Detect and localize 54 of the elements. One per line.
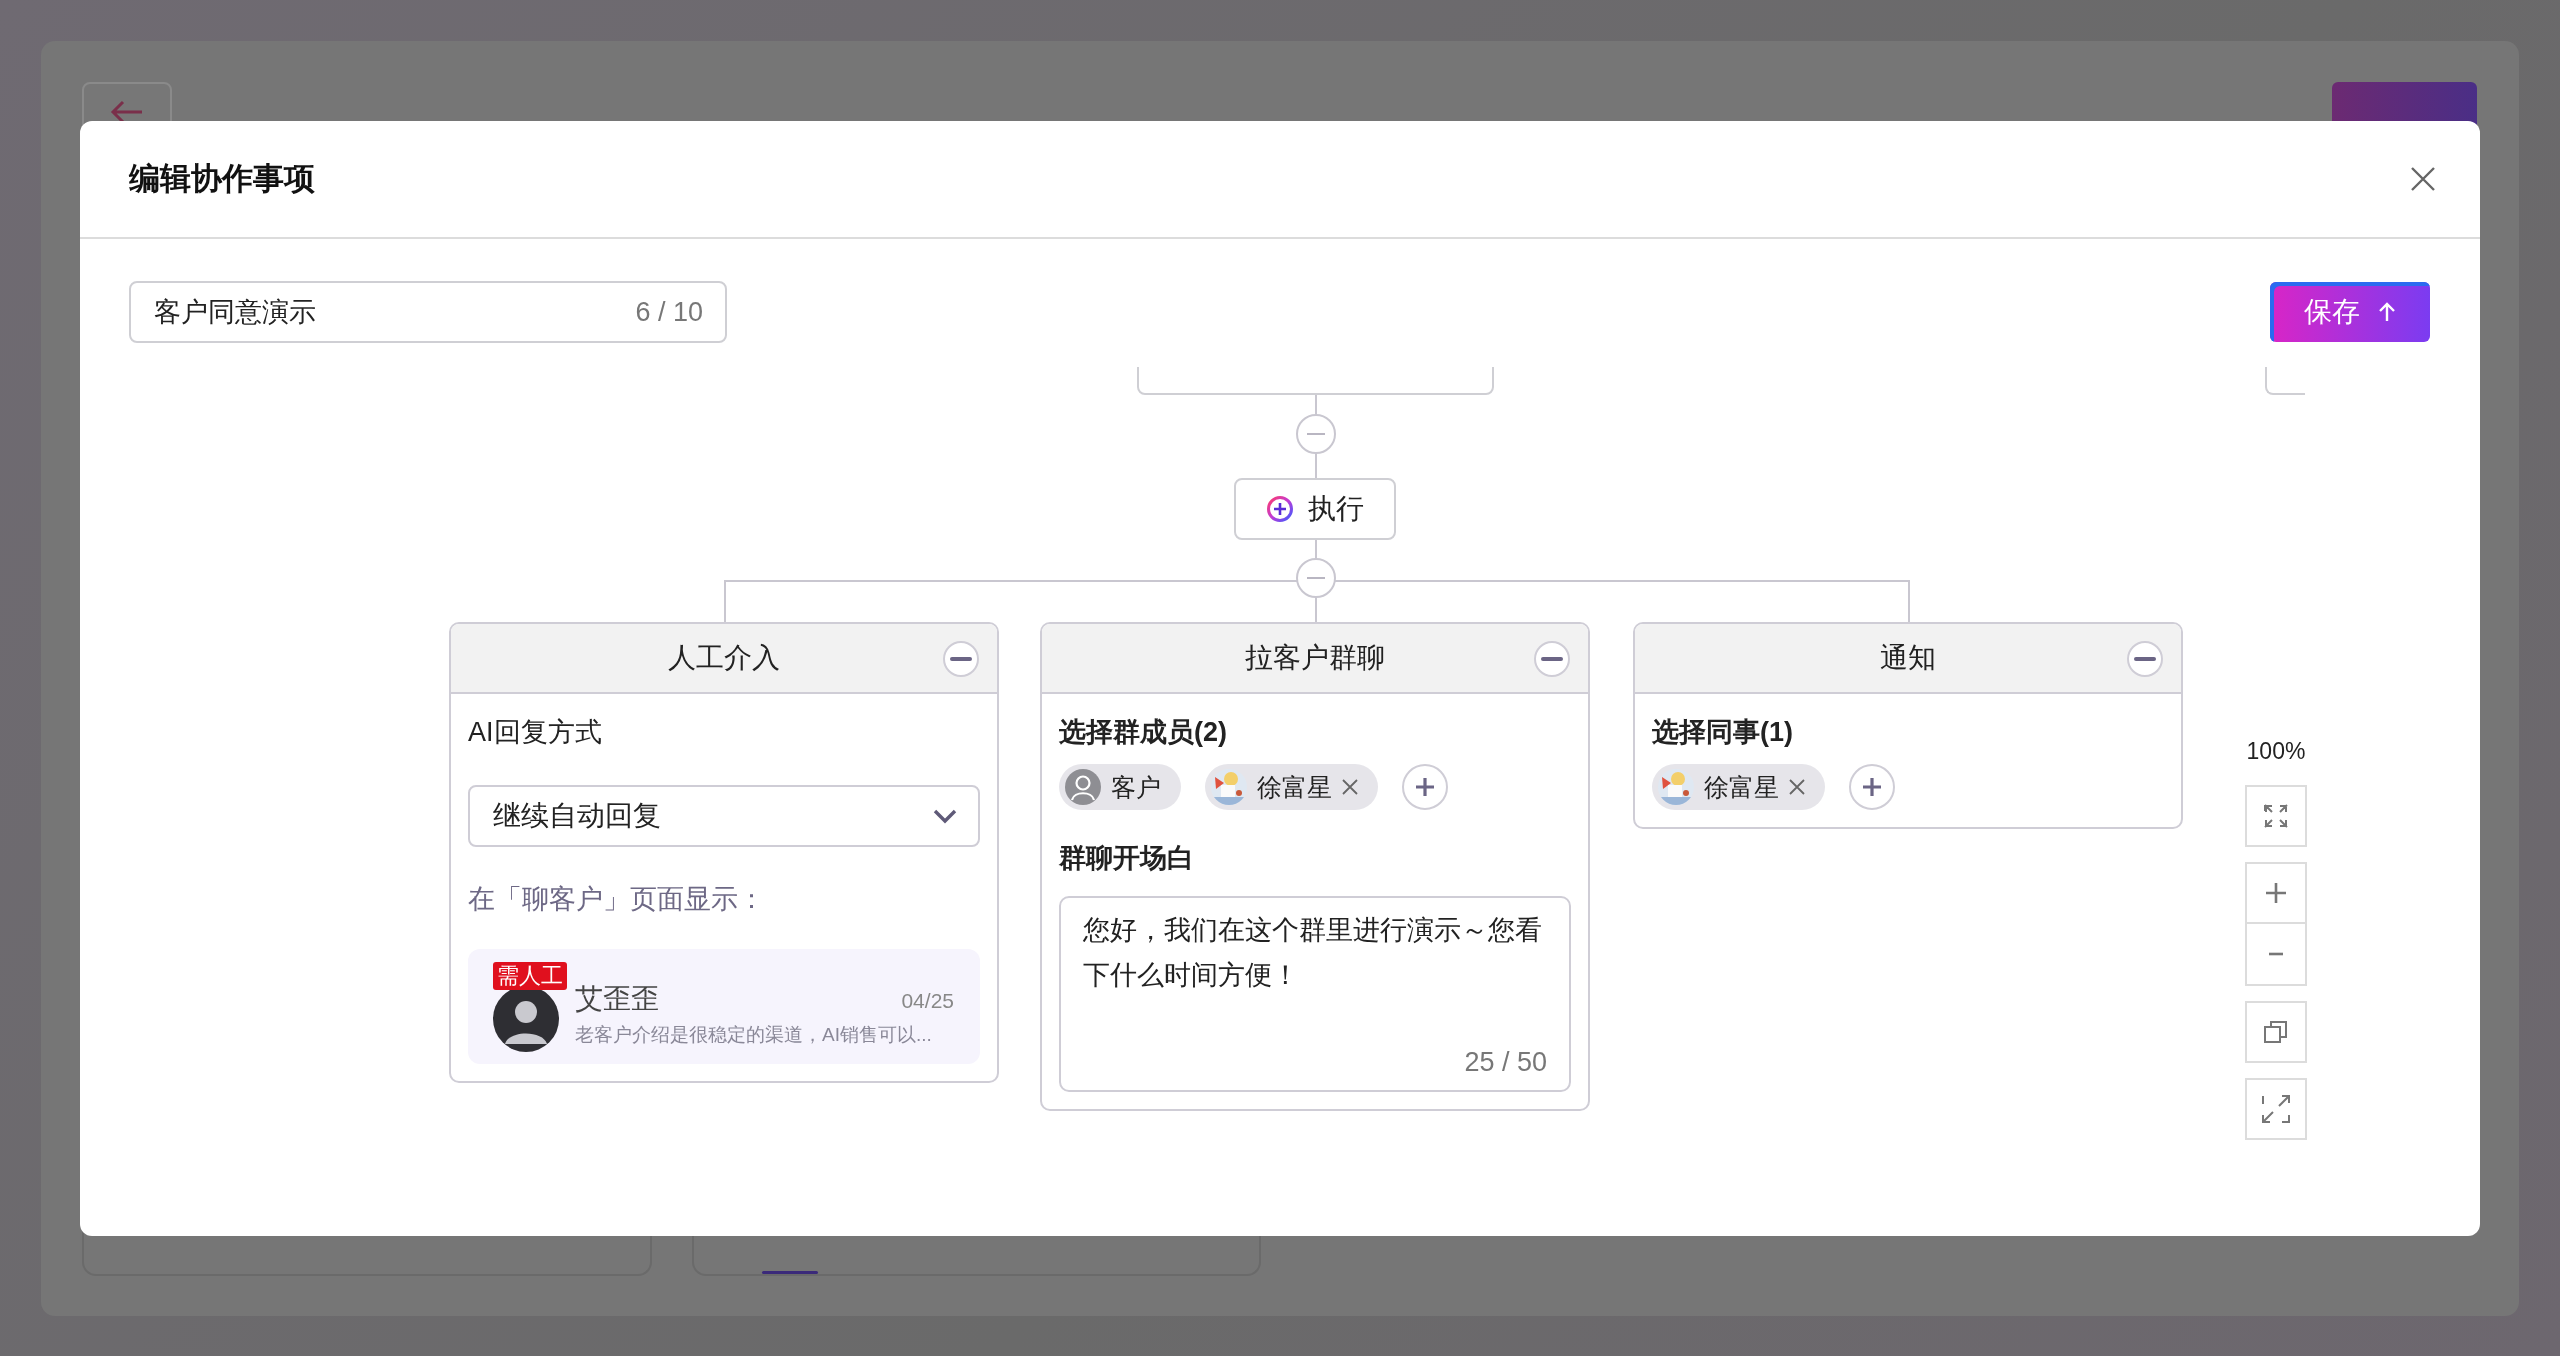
member-chip[interactable]: 徐富星 [1205,764,1378,810]
preview-label: 在「聊客户」页面显示： [468,883,765,916]
minus-icon [2268,952,2284,956]
minus-icon [1307,432,1325,436]
name-field[interactable]: 客户同意演示 6 / 10 [129,281,727,343]
connector-line [1315,453,1317,479]
plus-circle-icon [1266,495,1294,523]
message-date: 04/25 [901,988,954,1013]
remove-button[interactable] [943,641,979,677]
close-icon [2410,166,2436,192]
minus-icon [950,656,972,662]
dialog-title: 编辑协作事项 [129,160,315,198]
minus-icon [1541,656,1563,662]
field-label: AI回复方式 [468,716,602,749]
add-button[interactable] [1849,764,1895,810]
remove-button[interactable] [2127,641,2163,677]
minus-icon [1307,576,1325,580]
close-icon[interactable] [1789,779,1805,795]
add-button[interactable] [1402,764,1448,810]
zoom-level: 100% [2246,737,2306,766]
section-label: 选择同事(1) [1652,716,1793,749]
fit-view-button[interactable] [2245,785,2307,847]
section-label: 选择群成员(2) [1059,716,1227,749]
card-title: 通知 [1880,641,1936,675]
back-arrow-icon [110,100,144,124]
remove-button[interactable] [1534,641,1570,677]
plus-icon [1861,776,1883,798]
plus-icon [2264,881,2288,905]
section-label: 群聊开场白 [1059,842,1194,875]
arrow-up-icon [2378,302,2396,322]
badge: 需人工 [493,961,567,990]
copy-icon [2263,1019,2289,1045]
collapse-arrows-icon [2262,802,2290,830]
card-title: 人工介入 [668,641,780,675]
member-chip[interactable]: 客户 [1059,764,1181,810]
connector-line [1315,394,1317,415]
message-preview: 老客户介绍是很稳定的渠道，AI销售可以... [575,1022,933,1047]
connector-line [1315,539,1317,559]
save-button[interactable]: 保存 [2270,282,2430,342]
character-counter: 25 / 50 [1464,1047,1547,1078]
minus-icon [2134,656,2156,662]
fullscreen-button[interactable] [2245,1078,2307,1140]
chevron-down-icon [932,808,958,824]
contact-name: 艾歪歪 [575,981,659,1016]
close-icon[interactable] [1342,779,1358,795]
copy-button[interactable] [2245,1001,2307,1063]
reply-mode-dropdown[interactable]: 继续自动回复 [468,785,980,847]
expand-arrows-icon [2261,1094,2291,1124]
member-chip[interactable]: 徐富星 [1652,764,1825,810]
plus-icon [1414,776,1436,798]
character-counter: 6 / 10 [635,296,703,328]
card-title: 拉客户群聊 [1245,641,1385,675]
message-field[interactable]: 您好，我们在这个群里进行演示～您看下什么时间方便！ 25 / 50 [1059,896,1571,1092]
action-node[interactable]: 执行 [1234,478,1396,540]
